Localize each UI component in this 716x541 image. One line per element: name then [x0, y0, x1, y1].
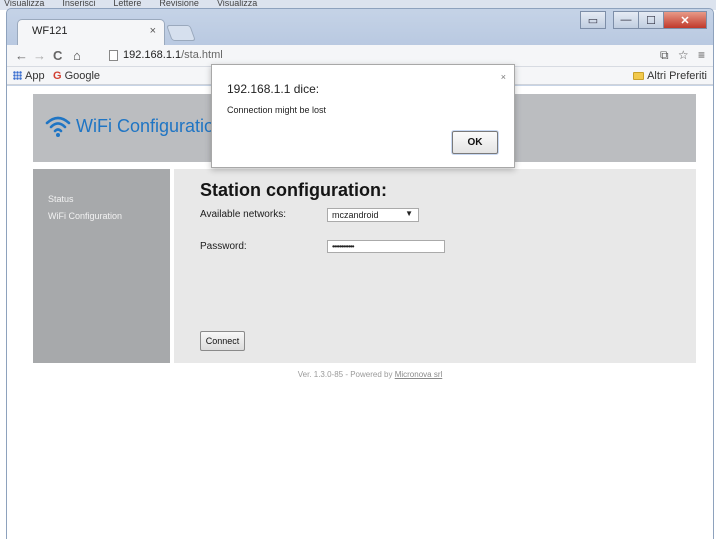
toolbar-right: ⧉ ☆ ≡ [654, 48, 705, 63]
sidebar-item-status[interactable]: Status [48, 191, 170, 208]
ok-button[interactable]: OK [452, 131, 498, 154]
restore-icon[interactable]: ▭ [580, 11, 606, 29]
bookmark-google[interactable]: G Google [53, 70, 100, 82]
back-arrow-icon[interactable]: ← [15, 48, 28, 63]
dialog-title: 192.168.1.1 dice: [227, 82, 320, 96]
url-path: /sta.html [181, 49, 223, 61]
password-field[interactable]: •••••••••••• [327, 240, 445, 253]
main-panel: Station configuration: Available network… [174, 169, 696, 363]
logo: WiFi Configuration [45, 114, 224, 138]
browser-tab[interactable]: WF121 × [17, 19, 165, 45]
folder-icon [633, 72, 645, 80]
networks-select[interactable]: mczandroid ▼ [327, 208, 419, 222]
chevron-down-icon: ▼ [405, 209, 413, 218]
bookmark-apps[interactable]: App [13, 70, 45, 82]
os-menu-item[interactable]: Visualizza [4, 0, 44, 8]
reload-icon[interactable]: C [53, 48, 62, 63]
maximize-button[interactable]: ☐ [638, 11, 664, 29]
os-menu-item[interactable]: Visualizza [217, 0, 257, 8]
url-host: 192.168.1.1 [123, 49, 182, 61]
window-controls: ▭ — ☐ ✕ [580, 11, 707, 31]
apps-grid-icon [13, 71, 22, 80]
translate-icon[interactable]: ⧉ [660, 48, 669, 62]
footer-link[interactable]: Micronova srl [395, 370, 443, 379]
page-title: Station configuration: [200, 180, 387, 200]
sidebar-item-wifi-configuration[interactable]: WiFi Configuration [48, 208, 170, 225]
sidebar: Status WiFi Configuration [33, 169, 170, 363]
bookmark-apps-label: App [25, 70, 45, 82]
bookmark-google-label: Google [64, 70, 101, 82]
password-label: Password: [200, 241, 247, 252]
os-menu-item[interactable]: Lettere [113, 0, 141, 8]
dialog-message: Connection might be lost [227, 105, 327, 115]
dialog-close-icon[interactable]: × [501, 72, 506, 82]
tab-close-icon[interactable]: × [150, 25, 156, 37]
tab-strip: WF121 × ▭ — ☐ ✕ [7, 9, 713, 45]
os-menu-item[interactable]: Inserisci [62, 0, 95, 8]
new-tab-button[interactable] [166, 25, 196, 41]
networks-selected-value: mczandroid [332, 210, 379, 220]
networks-label: Available networks: [200, 209, 286, 220]
page-footer: Ver. 1.3.0-85 - Powered by Micronova srl [7, 370, 713, 379]
forward-arrow-icon[interactable]: → [33, 48, 46, 63]
close-window-button[interactable]: ✕ [663, 11, 707, 29]
google-icon: G [53, 70, 62, 82]
minimize-button[interactable]: — [613, 11, 639, 29]
logo-text: WiFi Configuration [76, 115, 225, 136]
address-bar[interactable]: 192.168.1.1/sta.html [105, 47, 625, 64]
bookmark-other-label: Altri Preferiti [647, 70, 707, 82]
alert-dialog: 192.168.1.1 dice: × Connection might be … [211, 64, 515, 168]
os-menu-item[interactable]: Revisione [159, 0, 199, 8]
page-icon [109, 50, 118, 61]
tab-title: WF121 [32, 25, 68, 37]
menu-icon[interactable]: ≡ [698, 48, 705, 62]
bookmark-other[interactable]: Altri Preferiti [633, 70, 707, 82]
connect-button[interactable]: Connect [200, 331, 245, 351]
home-icon[interactable]: ⌂ [73, 48, 81, 63]
wifi-icon [45, 116, 71, 137]
star-icon[interactable]: ☆ [678, 48, 689, 62]
footer-text: Ver. 1.3.0-85 - Powered by [297, 370, 395, 379]
